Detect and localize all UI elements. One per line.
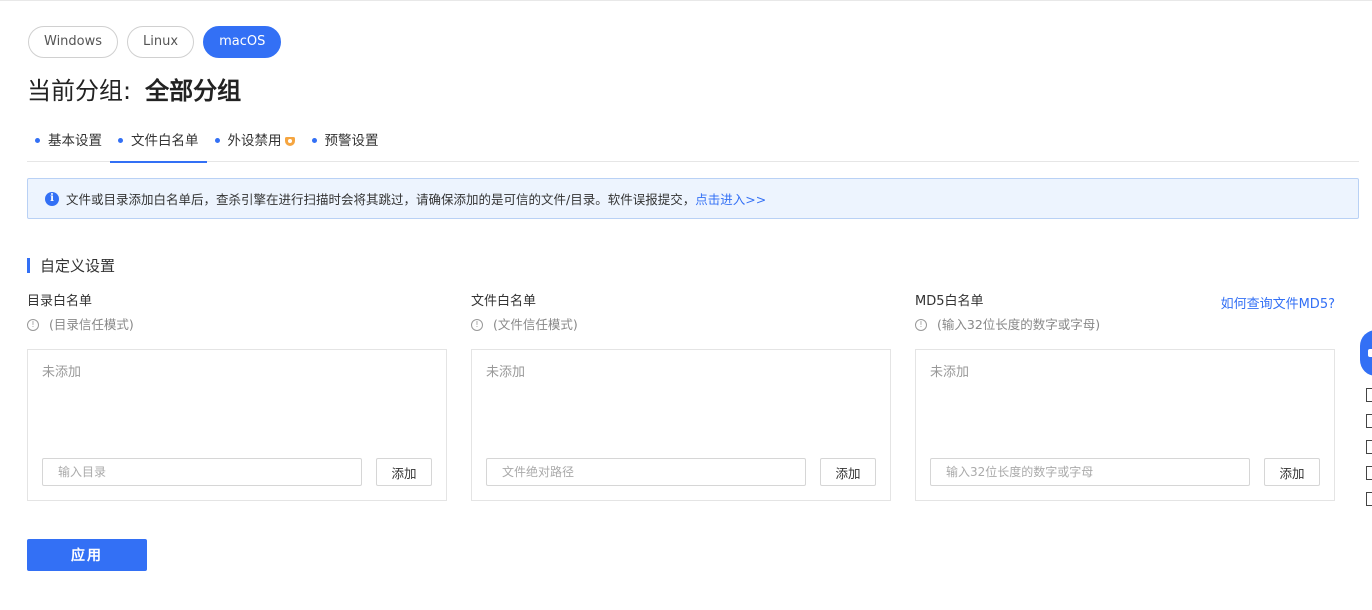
empty-placeholder: 未添加: [930, 365, 970, 380]
side-tool-icon[interactable]: [1366, 466, 1372, 480]
info-link[interactable]: 点击进入>>: [695, 189, 766, 208]
tab-label: 基本设置: [48, 133, 102, 149]
os-tab-linux[interactable]: Linux: [127, 26, 195, 58]
file-path-input[interactable]: [486, 458, 806, 486]
side-toolbar: [1366, 388, 1372, 518]
empty-placeholder: 未添加: [42, 365, 82, 380]
empty-placeholder: 未添加: [486, 365, 526, 380]
section-accent-bar: [27, 257, 30, 273]
apply-button[interactable]: 应用: [27, 539, 147, 571]
md5-whitelist-box: 未添加 添加: [915, 349, 1335, 501]
side-tool-icon[interactable]: [1366, 492, 1372, 506]
add-md5-button[interactable]: 添加: [1264, 458, 1320, 486]
directory-input[interactable]: [42, 458, 362, 486]
column-title: 文件白名单: [471, 294, 537, 309]
file-whitelist-box: 未添加 添加: [471, 349, 891, 501]
tab-label: 预警设置: [324, 133, 379, 149]
add-directory-button[interactable]: 添加: [376, 458, 432, 486]
md5-whitelist-column: MD5白名单 如何查询文件MD5? ! (输入32位长度的数字或字母) 未添加 …: [915, 293, 1335, 501]
current-group-title: 当前分组: 全部分组: [27, 74, 241, 108]
settings-tabs: 基本设置 文件白名单 外设禁用 预警设置: [27, 124, 1359, 163]
column-hint-text: (文件信任模式): [493, 317, 578, 332]
floating-chat-icon[interactable]: [1360, 330, 1372, 376]
current-group-value: 全部分组: [145, 77, 242, 105]
file-whitelist-column: 文件白名单 ! (文件信任模式) 未添加 添加: [471, 293, 891, 501]
side-tool-icon[interactable]: [1366, 414, 1372, 428]
tab-peripheral-disable[interactable]: 外设禁用: [207, 124, 304, 162]
column-hint-text: (输入32位长度的数字或字母): [937, 317, 1101, 332]
info-icon: i: [45, 191, 59, 206]
column-title: 目录白名单: [27, 294, 93, 309]
exclamation-icon: !: [471, 319, 483, 331]
tab-file-whitelist[interactable]: 文件白名单: [110, 124, 207, 163]
tab-dot-icon: [118, 138, 123, 143]
tab-label: 文件白名单: [131, 133, 199, 149]
md5-help-link[interactable]: 如何查询文件MD5?: [1221, 293, 1335, 312]
current-group-label: 当前分组:: [27, 77, 132, 105]
section-title-text: 自定义设置: [40, 256, 116, 275]
info-text: 文件或目录添加白名单后，查杀引擎在进行扫描时会将其跳过，请确保添加的是可信的文件…: [66, 192, 696, 207]
section-title: 自定义设置: [27, 255, 115, 275]
tab-basic-settings[interactable]: 基本设置: [27, 124, 110, 162]
side-tool-icon[interactable]: [1366, 388, 1372, 402]
vip-icon: [284, 136, 296, 148]
os-tab-windows[interactable]: Windows: [28, 26, 119, 58]
tab-alert-settings[interactable]: 预警设置: [304, 124, 387, 162]
tab-dot-icon: [214, 138, 220, 143]
md5-input[interactable]: [930, 458, 1250, 486]
column-hint-text: (目录信任模式): [49, 317, 134, 332]
tab-dot-icon: [35, 138, 40, 143]
tab-label: 外设禁用: [227, 133, 282, 149]
directory-whitelist-box: 未添加 添加: [27, 349, 447, 501]
os-tab-macos[interactable]: macOS: [203, 26, 282, 58]
column-hint: ! (输入32位长度的数字或字母): [915, 316, 1335, 334]
info-banner: i 文件或目录添加白名单后，查杀引擎在进行扫描时会将其跳过，请确保添加的是可信的…: [27, 178, 1359, 219]
top-divider: [0, 0, 1372, 1]
tab-dot-icon: [311, 138, 317, 143]
add-file-button[interactable]: 添加: [820, 458, 876, 486]
exclamation-icon: !: [27, 319, 39, 331]
os-tabs: Windows Linux macOS: [28, 26, 282, 58]
column-hint: ! (目录信任模式): [27, 316, 447, 334]
directory-whitelist-column: 目录白名单 ! (目录信任模式) 未添加 添加: [27, 293, 447, 501]
exclamation-icon: !: [915, 319, 927, 331]
column-hint: ! (文件信任模式): [471, 316, 891, 334]
side-tool-icon[interactable]: [1366, 440, 1372, 454]
